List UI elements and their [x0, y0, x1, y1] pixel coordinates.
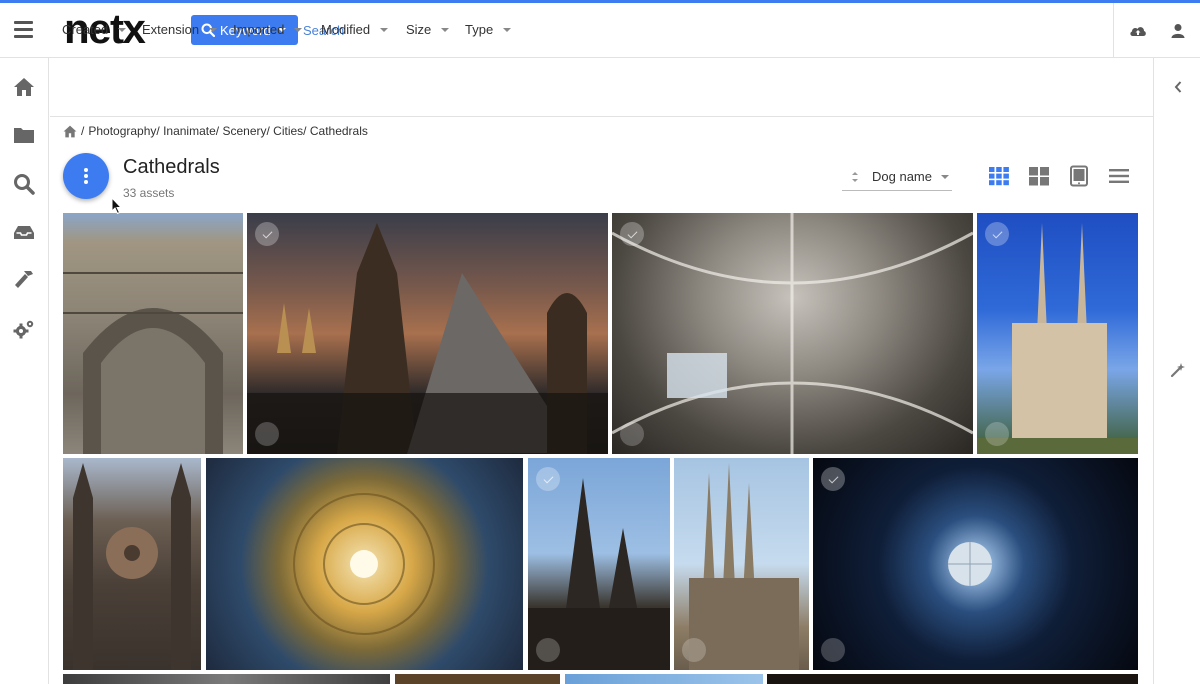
asset-thumbnail[interactable]	[63, 674, 390, 684]
filter-bar	[50, 58, 1153, 117]
cloud-upload-icon[interactable]	[1128, 21, 1148, 41]
gears-icon[interactable]	[12, 317, 36, 341]
breadcrumb-cities[interactable]: Cities/	[273, 124, 306, 138]
sort-direction-icon[interactable]	[848, 171, 862, 182]
asset-thumbnail[interactable]	[977, 213, 1138, 454]
inbox-icon[interactable]	[12, 220, 36, 244]
select-checkbox-icon[interactable]	[821, 467, 845, 491]
select-checkbox-icon[interactable]	[255, 222, 279, 246]
home-icon[interactable]	[12, 75, 36, 99]
chevron-down-icon	[294, 27, 303, 32]
right-panel	[1153, 58, 1200, 684]
asset-thumbnail[interactable]	[395, 674, 560, 684]
cathedral-facade-image	[63, 272, 243, 454]
filter-created[interactable]: Created	[62, 22, 127, 37]
asset-thumbnail[interactable]	[63, 213, 243, 454]
asset-thumbnail[interactable]	[565, 674, 763, 684]
select-checkbox-icon[interactable]	[620, 222, 644, 246]
breadcrumb-inanimate[interactable]: Inanimate/	[163, 124, 219, 138]
home-icon[interactable]	[63, 125, 77, 138]
download-icon[interactable]	[682, 638, 706, 662]
rose-window-facade-image	[73, 463, 191, 670]
filter-label: Type	[465, 22, 494, 37]
filter-label: Size	[406, 22, 432, 37]
asset-thumbnail[interactable]	[767, 674, 1138, 684]
asset-thumbnail[interactable]	[247, 213, 608, 454]
breadcrumb: / Photography/ Inanimate/ Scenery/ Citie…	[63, 124, 368, 138]
chevron-down-icon	[209, 27, 218, 32]
chevron-down-icon	[380, 27, 389, 32]
filter-type[interactable]: Type	[465, 22, 512, 37]
blue-dome-interior-image	[948, 542, 992, 586]
hammer-icon[interactable]	[12, 268, 36, 292]
asset-thumbnail[interactable]	[674, 458, 809, 670]
breadcrumb-photography[interactable]: Photography/	[88, 124, 159, 138]
download-icon[interactable]	[536, 638, 560, 662]
golden-dome-image	[293, 493, 435, 635]
header-divider	[1113, 3, 1114, 58]
filter-label: Imported	[233, 22, 285, 37]
filter-label: Created	[62, 22, 109, 37]
chevron-down-icon	[503, 27, 512, 32]
chevron-down-icon	[118, 27, 127, 32]
chevron-left-icon[interactable]	[1173, 80, 1183, 94]
magic-wand-icon[interactable]	[1170, 362, 1186, 378]
breadcrumb-separator: /	[81, 124, 85, 138]
breadcrumb-cathedrals: Cathedrals	[309, 124, 368, 138]
select-checkbox-icon[interactable]	[985, 222, 1009, 246]
folder-icon[interactable]	[12, 123, 36, 147]
download-icon[interactable]	[985, 422, 1009, 446]
search-icon[interactable]	[12, 172, 36, 196]
twin-spire-church-image	[977, 223, 1138, 454]
folder-actions-button[interactable]	[63, 153, 109, 199]
chevron-down-icon	[940, 174, 949, 179]
filter-label: Extension	[142, 22, 200, 37]
filter-size[interactable]: Size	[406, 22, 450, 37]
gothic-spire-image	[247, 223, 608, 454]
filter-imported[interactable]: Imported	[233, 22, 303, 37]
asset-thumbnail[interactable]	[813, 458, 1138, 670]
asset-thumbnail[interactable]	[528, 458, 670, 670]
sort-label: Dog name	[872, 169, 932, 184]
asset-thumbnail[interactable]	[206, 458, 523, 670]
tablet-icon[interactable]	[1068, 165, 1090, 187]
download-icon[interactable]	[821, 638, 845, 662]
mouse-cursor-icon	[111, 197, 123, 215]
grid-large-icon[interactable]	[1028, 165, 1050, 187]
breadcrumb-scenery[interactable]: Scenery/	[222, 124, 269, 138]
page-title: Cathedrals	[123, 156, 220, 178]
vaulted-ceiling-image	[612, 213, 973, 454]
filter-modified[interactable]: Modified	[321, 22, 389, 37]
asset-count: 33 assets	[123, 186, 175, 200]
asset-thumbnail[interactable]	[63, 458, 201, 670]
menu-icon[interactable]	[14, 21, 34, 39]
chevron-down-icon	[441, 27, 450, 32]
grid-small-icon[interactable]	[988, 165, 1010, 187]
download-icon[interactable]	[255, 422, 279, 446]
user-icon[interactable]	[1168, 21, 1188, 41]
select-checkbox-icon[interactable]	[536, 467, 560, 491]
filter-extension[interactable]: Extension	[142, 22, 218, 37]
asset-thumbnail[interactable]	[612, 213, 973, 454]
list-icon[interactable]	[1108, 165, 1130, 187]
sort-select[interactable]: Dog name	[842, 163, 952, 191]
download-icon[interactable]	[620, 422, 644, 446]
filter-label: Modified	[321, 22, 371, 37]
left-nav	[0, 58, 49, 684]
